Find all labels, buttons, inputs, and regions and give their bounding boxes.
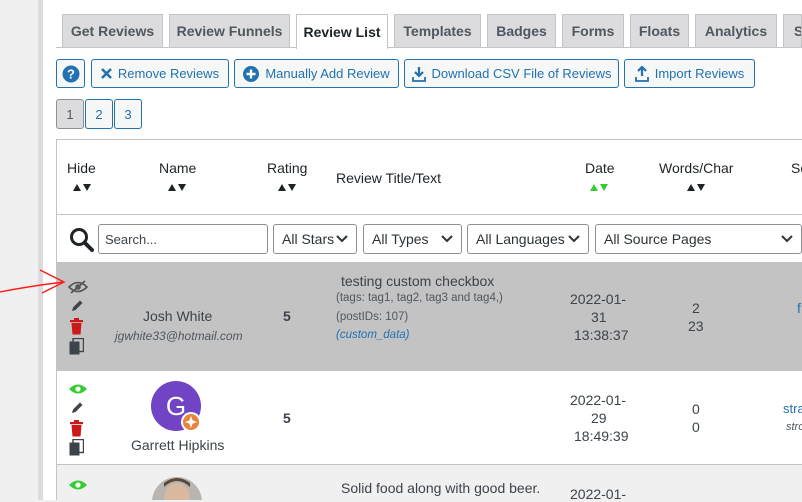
avatar	[152, 477, 202, 500]
col-source[interactable]: So	[791, 160, 802, 176]
languages-filter-value: All Languages	[476, 231, 565, 247]
add-review-label: Manually Add Review	[265, 66, 390, 81]
avatar: G	[151, 381, 201, 432]
rating-value: 5	[283, 308, 291, 324]
upload-icon	[634, 65, 649, 82]
chevron-down-icon	[568, 235, 580, 243]
page-3-button[interactable]: 3	[114, 99, 142, 129]
chevron-down-icon	[441, 235, 453, 243]
types-filter-value: All Types	[372, 231, 429, 247]
col-name[interactable]: Name	[159, 160, 196, 176]
review-date-line2: 31	[591, 309, 607, 325]
tab-templates[interactable]: Templates	[394, 14, 481, 47]
copy-icon[interactable]	[69, 439, 84, 456]
col-rating[interactable]: Rating	[267, 160, 307, 176]
sort-words-icon[interactable]	[686, 183, 706, 191]
header-separator	[57, 214, 802, 215]
svg-text:?: ?	[67, 66, 75, 81]
col-review-title: Review Title/Text	[336, 170, 442, 186]
chevron-down-icon	[336, 235, 348, 243]
plus-circle-icon	[243, 65, 260, 82]
review-postids: (postIDs: 107)	[336, 311, 409, 323]
tab-analytics[interactable]: Analytics	[695, 14, 777, 47]
pages-filter-select[interactable]: All Source Pages	[595, 224, 802, 254]
word-count: 2	[692, 300, 700, 316]
admin-sidebar-edge	[0, 0, 38, 500]
trash-icon[interactable]	[69, 318, 84, 335]
edit-icon[interactable]	[70, 401, 84, 415]
tab-floats[interactable]: Floats	[630, 14, 689, 47]
download-icon	[411, 66, 426, 82]
help-button[interactable]: ?	[56, 59, 85, 88]
tab-overflow[interactable]: S	[783, 14, 802, 47]
eye-visible-icon[interactable]	[68, 383, 88, 395]
stars-filter-select[interactable]: All Stars	[273, 224, 357, 254]
eye-hidden-icon[interactable]	[68, 280, 88, 294]
tab-badges[interactable]: Badges	[487, 14, 556, 47]
rating-value: 5	[283, 410, 291, 426]
add-review-button[interactable]: Manually Add Review	[234, 59, 399, 88]
review-time: 18:49:39	[574, 428, 629, 444]
languages-filter-select[interactable]: All Languages	[467, 224, 589, 254]
review-date-line1: 2022-01-	[570, 291, 627, 307]
sort-name-icon[interactable]	[167, 183, 187, 191]
annotation-arrow-icon	[0, 269, 66, 294]
tab-get-reviews[interactable]: Get Reviews	[62, 14, 163, 47]
reviewer-name: Josh White	[143, 308, 213, 324]
chevron-down-icon	[781, 235, 793, 243]
reviewer-email: jgwhite33@hotmail.com	[115, 329, 243, 343]
col-hide[interactable]: Hide	[67, 160, 96, 176]
search-input[interactable]	[98, 224, 268, 254]
remove-reviews-button[interactable]: Remove Reviews	[91, 59, 229, 88]
char-count: 0	[692, 419, 700, 435]
help-icon: ?	[62, 65, 79, 82]
pages-filter-value: All Source Pages	[604, 231, 712, 247]
download-csv-label: Download CSV File of Reviews	[431, 66, 612, 81]
trash-icon[interactable]	[69, 420, 84, 437]
tab-forms[interactable]: Forms	[562, 14, 624, 47]
tab-baseline	[56, 47, 802, 48]
tab-review-funnels[interactable]: Review Funnels	[169, 14, 290, 47]
review-time: 13:38:37	[574, 327, 629, 343]
review-title: testing custom checkbox	[341, 273, 495, 289]
review-date-line1: 2022-01-	[570, 392, 627, 408]
col-date[interactable]: Date	[585, 160, 615, 176]
source-link[interactable]: f	[797, 300, 801, 316]
source-subtext: stro	[786, 421, 802, 433]
word-count: 0	[692, 401, 700, 417]
source-link[interactable]: stra	[783, 401, 802, 416]
sort-hide-icon[interactable]	[72, 183, 92, 191]
reviewer-name: Garrett Hipkins	[131, 437, 225, 453]
close-icon	[101, 68, 112, 79]
import-reviews-label: Import Reviews	[654, 66, 745, 81]
review-tags: (tags: tag1, tag2, tag3 and tag4,)	[336, 292, 503, 304]
stars-filter-value: All Stars	[282, 231, 335, 247]
col-words-char[interactable]: Words/Char	[659, 160, 733, 176]
page-2-button[interactable]: 2	[85, 99, 113, 129]
sort-date-icon[interactable]	[589, 183, 609, 191]
sort-rating-icon[interactable]	[277, 183, 297, 191]
char-count: 23	[688, 318, 704, 334]
tab-review-list[interactable]: Review List	[296, 14, 388, 49]
review-date-line2: 29	[591, 410, 607, 426]
search-icon[interactable]	[69, 227, 95, 253]
custom-data-link[interactable]: (custom_data)	[336, 329, 410, 341]
types-filter-select[interactable]: All Types	[363, 224, 462, 254]
copy-icon[interactable]	[69, 338, 84, 355]
import-reviews-button[interactable]: Import Reviews	[624, 59, 755, 88]
remove-reviews-label: Remove Reviews	[117, 66, 220, 81]
edit-icon[interactable]	[70, 299, 84, 313]
eye-visible-icon[interactable]	[68, 479, 88, 491]
download-csv-button[interactable]: Download CSV File of Reviews	[404, 59, 619, 88]
page-1-button[interactable]: 1	[56, 99, 84, 129]
review-title: Solid food along with good beer.	[341, 480, 541, 496]
